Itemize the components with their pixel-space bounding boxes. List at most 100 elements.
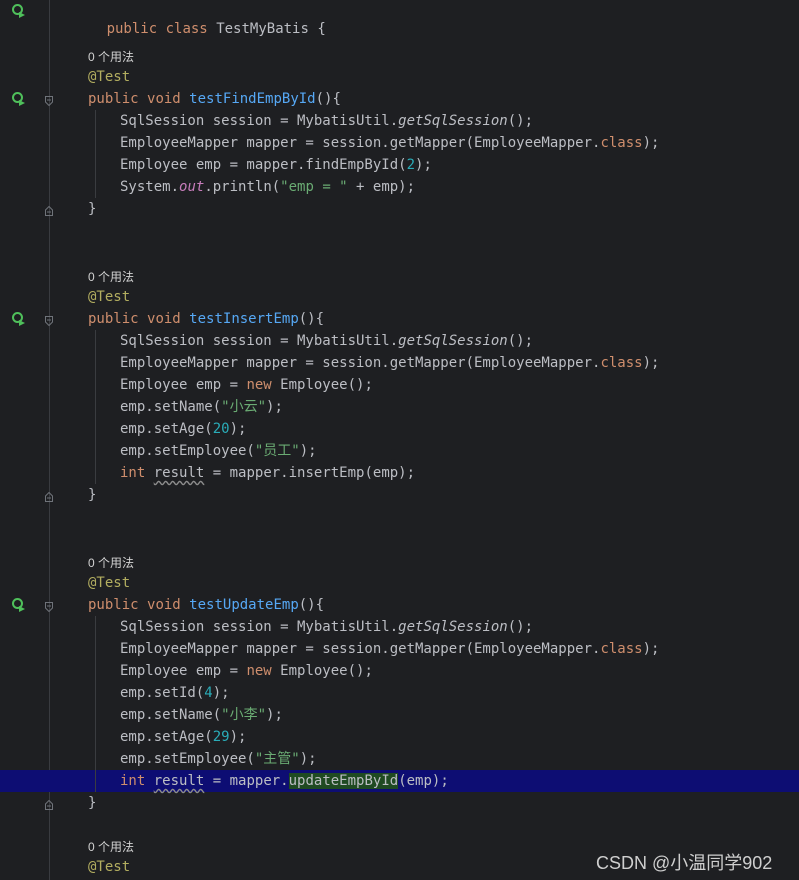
code-text: EmployeeMapper mapper = session.getMappe…	[120, 134, 659, 152]
code-text: Employee emp = new Employee();	[120, 376, 373, 394]
code-line[interactable]: emp.setAge(29);	[0, 726, 799, 748]
code-text: SqlSession session = MybatisUtil.getSqlS…	[120, 332, 533, 350]
signature-tail: (){	[298, 311, 325, 327]
fold-marker-icon[interactable]	[45, 314, 53, 327]
code-token: );	[266, 707, 283, 723]
code-token: class	[600, 355, 643, 371]
class-name: TestMyBatis	[216, 21, 309, 37]
keyword: public	[88, 311, 139, 327]
code-line[interactable]: int result = mapper.updateEmpById(emp);	[0, 770, 799, 792]
code-token: Employee emp =	[120, 663, 247, 679]
method-name: testUpdateEmp	[189, 597, 299, 613]
code-token: emp.setId(	[120, 685, 205, 701]
code-line[interactable]: int result = mapper.insertEmp(emp);	[0, 462, 799, 484]
code-token: "员工"	[254, 443, 300, 459]
run-test-icon[interactable]	[11, 91, 27, 107]
usage-hint-line: 0 个用法	[0, 550, 799, 572]
usage-hint: 0 个用法	[88, 840, 135, 854]
code-token: result	[153, 465, 205, 481]
code-line[interactable]: emp.setName("小云");	[0, 396, 799, 418]
code-token: emp.setEmployee(	[120, 751, 255, 767]
fold-marker-icon[interactable]	[45, 490, 53, 502]
method-signature-line[interactable]: public void testInsertEmp(){	[0, 308, 799, 330]
watermark: CSDN @小温同学902	[596, 853, 773, 873]
code-line[interactable]: Employee emp = new Employee();	[0, 374, 799, 396]
keyword: public	[106, 21, 158, 37]
code-token: class	[600, 641, 643, 657]
code-token: class	[600, 135, 643, 151]
code-text: emp.setEmployee("主管");	[120, 750, 317, 768]
code-line[interactable]: System.out.println("emp = " + emp);	[0, 176, 799, 198]
fold-marker-icon[interactable]	[45, 204, 53, 216]
code-text: emp.setName("小李");	[120, 706, 283, 724]
code-line[interactable]: SqlSession session = MybatisUtil.getSqlS…	[0, 330, 799, 352]
code-token: = mapper.	[204, 773, 289, 789]
code-token: emp.setEmployee(	[120, 443, 255, 459]
code-line[interactable]: SqlSession session = MybatisUtil.getSqlS…	[0, 616, 799, 638]
closing-brace: }	[88, 487, 97, 503]
code-token: new	[246, 663, 272, 679]
code-token: ();	[507, 333, 534, 349]
code-line[interactable]: emp.setEmployee("主管");	[0, 748, 799, 770]
code-token: "小云"	[221, 399, 267, 415]
code-token: EmployeeMapper mapper = session.getMappe…	[120, 641, 601, 657]
code-token: );	[299, 443, 317, 459]
code-token: ();	[507, 619, 534, 635]
method-name: testFindEmpById	[189, 91, 316, 107]
closing-brace: }	[88, 795, 97, 811]
run-test-icon[interactable]	[11, 597, 27, 613]
class-declaration-line[interactable]: public class TestMyBatis {	[0, 0, 799, 37]
code-text: SqlSession session = MybatisUtil.getSqlS…	[120, 618, 533, 636]
code-text: int result = mapper.insertEmp(emp);	[120, 464, 415, 482]
code-text: EmployeeMapper mapper = session.getMappe…	[120, 640, 659, 658]
code-token: Employee emp = mapper.findEmpById(	[120, 157, 407, 173]
annotation-line: @Test	[0, 572, 799, 594]
code-token: SqlSession session = MybatisUtil.	[120, 333, 399, 349]
code-line[interactable]: emp.setEmployee("员工");	[0, 440, 799, 462]
method-signature: public void testInsertEmp(){	[88, 310, 324, 328]
keyword: public	[88, 91, 139, 107]
annotation-line: @Test	[0, 286, 799, 308]
code-line[interactable]: emp.setAge(20);	[0, 418, 799, 440]
method-signature: public void testUpdateEmp(){	[88, 596, 324, 614]
code-line[interactable]: Employee emp = mapper.findEmpById(2);	[0, 154, 799, 176]
code-line[interactable]: EmployeeMapper mapper = session.getMappe…	[0, 352, 799, 374]
code-token: = mapper.insertEmp(emp);	[204, 465, 416, 481]
code-line[interactable]: Employee emp = new Employee();	[0, 660, 799, 682]
code-token: );	[415, 157, 432, 173]
run-test-icon[interactable]	[11, 311, 27, 327]
code-line[interactable]: EmployeeMapper mapper = session.getMappe…	[0, 132, 799, 154]
annotation-line: @Test	[0, 66, 799, 88]
open-brace: {	[308, 21, 326, 37]
usage-hint-line: 0 个用法	[0, 44, 799, 66]
test-annotation: @Test	[88, 575, 131, 591]
code-line[interactable]: emp.setName("小李");	[0, 704, 799, 726]
fold-marker-icon[interactable]	[45, 600, 53, 613]
code-token: emp.setName(	[120, 707, 222, 723]
code-token: (emp);	[398, 773, 449, 789]
code-line[interactable]: EmployeeMapper mapper = session.getMappe…	[0, 638, 799, 660]
code-text: Employee emp = mapper.findEmpById(2);	[120, 156, 432, 174]
code-token: emp.setAge(	[120, 421, 213, 437]
fold-marker-icon[interactable]	[45, 798, 53, 810]
test-annotation: @Test	[88, 859, 131, 875]
code-token: SqlSession session = MybatisUtil.	[120, 619, 399, 635]
fold-marker-icon[interactable]	[45, 94, 53, 107]
code-token: SqlSession session = MybatisUtil.	[120, 113, 399, 129]
code-token: );	[229, 729, 247, 745]
code-token: "小李"	[221, 707, 267, 723]
code-token: Employee();	[271, 663, 373, 679]
method-signature: public void testFindEmpById(){	[88, 90, 341, 108]
keyword: void	[147, 91, 181, 107]
code-line[interactable]: SqlSession session = MybatisUtil.getSqlS…	[0, 110, 799, 132]
method-signature-line[interactable]: public void testFindEmpById(){	[0, 88, 799, 110]
indent-guide	[95, 330, 96, 484]
run-test-icon[interactable]	[11, 3, 27, 19]
method-signature-line[interactable]: public void testUpdateEmp(){	[0, 594, 799, 616]
code-text: emp.setId(4);	[120, 684, 230, 702]
code-token: );	[642, 355, 660, 371]
code-line[interactable]: emp.setId(4);	[0, 682, 799, 704]
code-token: );	[642, 641, 660, 657]
code-token: getSqlSession	[398, 333, 508, 349]
